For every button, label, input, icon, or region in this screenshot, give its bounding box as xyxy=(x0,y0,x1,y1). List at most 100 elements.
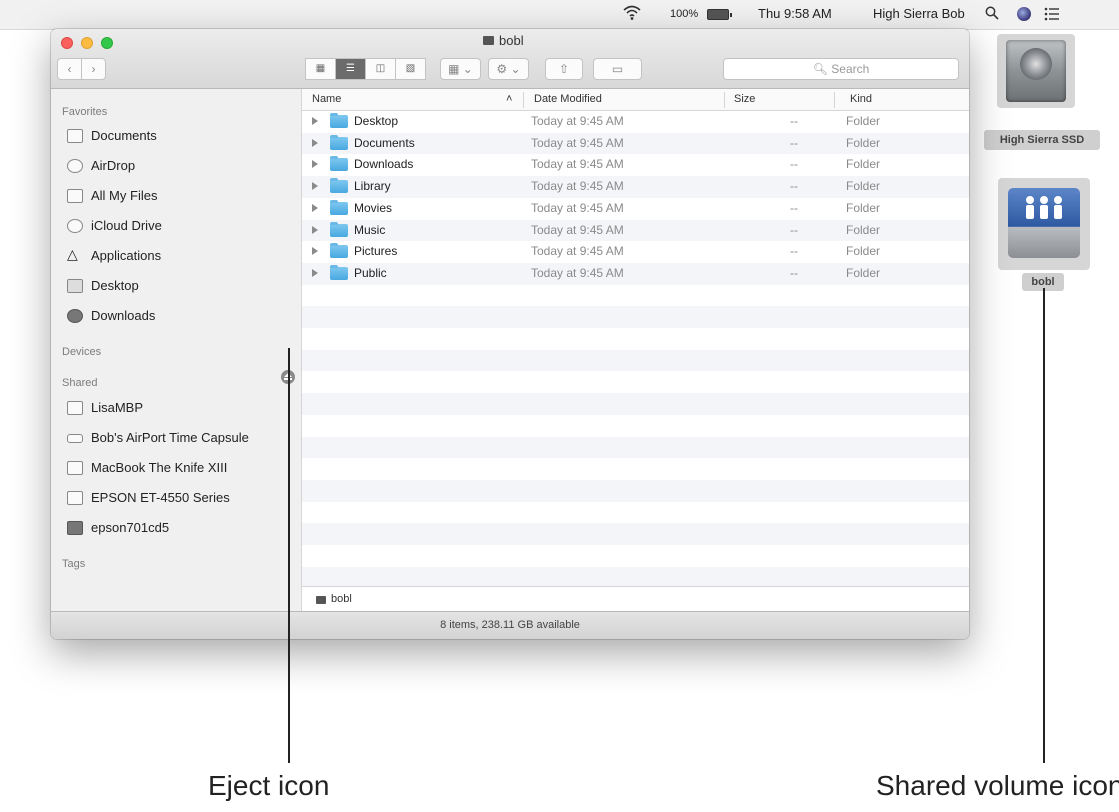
sidebar-item-lisambp[interactable]: LisaMBP xyxy=(61,398,301,420)
menu-clock[interactable]: Thu 9:58 AM xyxy=(758,6,832,21)
cell-name: Library xyxy=(354,179,391,194)
action-gear-button[interactable]: ⚙ ⌄ xyxy=(488,58,529,80)
table-row[interactable]: Desktop Today at 9:45 AM -- Folder xyxy=(302,111,969,133)
search-input[interactable]: 🔍︎ Search xyxy=(723,58,959,80)
back-button[interactable]: ‹ xyxy=(57,58,82,80)
cell-name: Music xyxy=(354,222,386,237)
sidebar-item-all-my-files[interactable]: All My Files xyxy=(61,186,301,208)
high-sierra-ssd-label[interactable]: High Sierra SSD xyxy=(984,130,1100,150)
documents-icon xyxy=(67,129,83,143)
people-icon xyxy=(1026,196,1062,219)
sidebar-heading-devices: Devices xyxy=(62,346,102,358)
sidebar-heading-favorites: Favorites xyxy=(62,106,108,118)
cell-size: -- xyxy=(790,244,798,259)
cell-date-modified: Today at 9:45 AM xyxy=(531,222,624,237)
column-size[interactable]: Size xyxy=(734,93,755,105)
applications-icon: △ xyxy=(67,246,78,262)
high-sierra-ssd-drive-icon[interactable] xyxy=(997,34,1075,108)
table-row[interactable]: Movies Today at 9:45 AM -- Folder xyxy=(302,198,969,220)
column-view-button[interactable]: ◫ xyxy=(365,58,396,80)
table-row[interactable]: Downloads Today at 9:45 AM -- Folder xyxy=(302,154,969,176)
disclosure-triangle-icon[interactable] xyxy=(312,268,318,277)
desktop-icon xyxy=(67,279,83,293)
monitor-icon xyxy=(67,491,83,505)
tags-button[interactable]: ▭ xyxy=(593,58,642,80)
downloads-icon xyxy=(67,309,83,323)
sidebar-item-airdrop[interactable]: AirDrop xyxy=(61,156,301,178)
close-button[interactable] xyxy=(61,37,73,49)
battery-percentage: 100% xyxy=(670,8,699,20)
column-name[interactable]: Name xyxy=(312,93,341,105)
empty-row xyxy=(302,436,969,459)
list-view-button[interactable]: ☰ xyxy=(335,58,366,80)
sidebar-heading-tags: Tags xyxy=(62,558,86,570)
table-row[interactable]: Pictures Today at 9:45 AM -- Folder xyxy=(302,241,969,263)
zoom-button[interactable] xyxy=(101,37,113,49)
cell-kind: Folder xyxy=(846,114,881,128)
icon-view-button[interactable]: ▦ xyxy=(305,58,336,80)
disclosure-triangle-icon[interactable] xyxy=(312,182,318,191)
status-bar: 8 items, 238.11 GB available xyxy=(51,611,969,639)
forward-button[interactable]: › xyxy=(81,58,106,80)
battery-icon[interactable] xyxy=(707,9,732,20)
empty-row xyxy=(302,458,969,480)
laptop-icon xyxy=(67,461,83,475)
disclosure-triangle-icon[interactable] xyxy=(312,203,318,212)
disclosure-triangle-icon[interactable] xyxy=(312,138,318,147)
wifi-icon[interactable] xyxy=(622,3,642,21)
path-bar-item[interactable]: bobl xyxy=(331,593,352,605)
empty-row xyxy=(302,502,969,524)
path-bar: bobl xyxy=(302,586,969,611)
table-row[interactable]: Public Today at 9:45 AM -- Folder xyxy=(302,262,969,285)
cell-size: -- xyxy=(790,179,798,194)
share-button[interactable]: ⇧ xyxy=(545,58,583,80)
sidebar-item-desktop[interactable]: Desktop xyxy=(61,276,301,298)
cover-flow-view-button[interactable]: ▧ xyxy=(395,58,426,80)
table-row[interactable]: Documents Today at 9:45 AM -- Folder xyxy=(302,132,969,155)
view-switcher: ▦ ☰ ◫ ▧ xyxy=(305,58,426,80)
menu-user[interactable]: High Sierra Bob xyxy=(873,6,965,21)
cell-size: -- xyxy=(790,157,798,172)
siri-icon[interactable] xyxy=(1017,7,1031,21)
shared-volume-icon[interactable] xyxy=(998,178,1090,270)
empty-row xyxy=(302,415,969,437)
sidebar-item-time-capsule[interactable]: Bob's AirPort Time Capsule xyxy=(61,428,301,450)
time-capsule-icon xyxy=(67,434,83,443)
disclosure-triangle-icon[interactable] xyxy=(312,247,318,256)
column-kind[interactable]: Kind xyxy=(850,93,872,105)
sidebar-item-macbook-the-knife[interactable]: MacBook The Knife XIII xyxy=(61,458,301,480)
minimize-button[interactable] xyxy=(81,37,93,49)
cell-date-modified: Today at 9:45 AM xyxy=(531,179,624,194)
table-row[interactable]: Library Today at 9:45 AM -- Folder xyxy=(302,176,969,198)
folder-icon xyxy=(330,134,348,150)
notification-center-icon[interactable] xyxy=(1044,7,1060,21)
sidebar-item-downloads[interactable]: Downloads xyxy=(61,306,301,328)
sidebar-heading-shared: Shared xyxy=(62,377,98,389)
disclosure-triangle-icon[interactable] xyxy=(312,160,318,169)
arrange-button[interactable]: ▦ ⌄ xyxy=(440,58,481,80)
laptop-icon xyxy=(67,401,83,415)
disclosure-triangle-icon[interactable] xyxy=(312,117,318,125)
sidebar-item-epson701cd5[interactable]: epson701cd5 xyxy=(61,518,301,540)
spotlight-search-icon[interactable] xyxy=(985,6,999,20)
cell-size: -- xyxy=(790,114,798,128)
cell-kind: Folder xyxy=(846,179,881,194)
disclosure-triangle-icon[interactable] xyxy=(312,225,318,234)
printer-icon xyxy=(67,521,83,535)
sidebar: Favorites Documents AirDrop All My Files… xyxy=(51,89,302,611)
cell-date-modified: Today at 9:45 AM xyxy=(531,265,624,280)
cell-size: -- xyxy=(790,222,798,237)
finder-window: bobl ‹ › ▦ ☰ ◫ ▧ ▦ ⌄ ⚙ ⌄ ⇧ ▭ 🔍︎ Search F… xyxy=(51,29,969,639)
window-title: bobl xyxy=(499,33,524,48)
cell-name: Public xyxy=(354,265,387,280)
sidebar-item-epson-et-4550[interactable]: EPSON ET-4550 Series xyxy=(61,488,301,510)
cell-size: -- xyxy=(790,135,798,150)
sidebar-item-icloud-drive[interactable]: iCloud Drive xyxy=(61,216,301,238)
column-date-modified[interactable]: Date Modified xyxy=(534,93,602,105)
cell-kind: Folder xyxy=(846,200,881,215)
sidebar-item-documents[interactable]: Documents xyxy=(61,126,301,148)
table-row[interactable]: Music Today at 9:45 AM -- Folder xyxy=(302,219,969,242)
search-icon: 🔍︎ xyxy=(812,62,828,76)
icloud-icon xyxy=(67,219,83,233)
sidebar-item-applications[interactable]: △ Applications xyxy=(61,246,301,268)
